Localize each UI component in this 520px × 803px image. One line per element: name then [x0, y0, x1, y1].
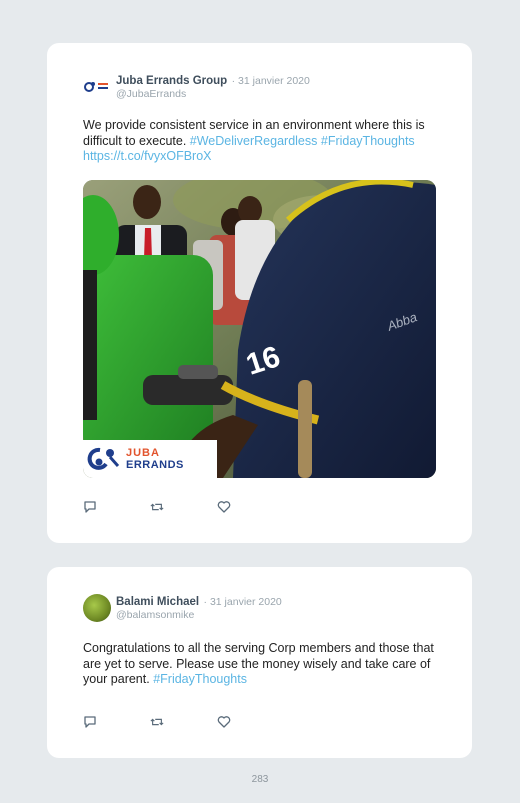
tweet-card-balami-michael: Balami Michael · 31 janvier 2020 @balams…	[47, 567, 472, 758]
tweet-date[interactable]: · 31 janvier 2020	[232, 75, 310, 87]
juba-errands-logo-icon	[84, 82, 108, 92]
author-name[interactable]: Balami Michael	[116, 596, 199, 608]
tweet-actions	[83, 715, 284, 729]
avatar[interactable]	[83, 594, 111, 622]
hashtag-link[interactable]: #WeDeliverRegardless	[190, 134, 318, 148]
page-number: 283	[251, 774, 269, 785]
tweet-card-juba-errands: Juba Errands Group · 31 janvier 2020 @Ju…	[47, 43, 472, 543]
hashtag-link[interactable]: #FridayThoughts	[153, 672, 247, 686]
tweet-header: Balami Michael · 31 janvier 2020 @balams…	[83, 594, 282, 622]
avatar[interactable]	[83, 73, 111, 101]
tweet-body: Congratulations to all the serving Corp …	[83, 641, 434, 686]
reply-icon[interactable]	[83, 715, 97, 729]
reply-icon[interactable]	[83, 500, 97, 514]
retweet-icon[interactable]	[150, 715, 164, 729]
author-handle[interactable]: @JubaErrands	[116, 88, 310, 101]
retweet-icon[interactable]	[150, 500, 164, 514]
tweet-url-link[interactable]: https://t.co/fvyxOFBroX	[83, 149, 212, 163]
tweet-date[interactable]: · 31 janvier 2020	[204, 596, 282, 608]
tweet-text: Congratulations to all the serving Corp …	[83, 641, 443, 688]
like-icon[interactable]	[217, 500, 231, 514]
photo-scene: 16 Abba	[83, 180, 436, 478]
hashtag-link[interactable]: #FridayThoughts	[321, 134, 415, 148]
author-handle[interactable]: @balamsonmike	[116, 609, 282, 622]
juba-errands-logo-icon	[87, 447, 120, 470]
tweet-photo[interactable]: 16 Abba JUBA ERRANDS	[83, 180, 436, 478]
tweet-actions	[83, 500, 284, 514]
tweet-text: We provide consistent service in an envi…	[83, 118, 443, 165]
tweet-header: Juba Errands Group · 31 janvier 2020 @Ju…	[83, 73, 310, 101]
like-icon[interactable]	[217, 715, 231, 729]
logo-text-errands: ERRANDS	[126, 459, 184, 471]
logo-text-juba: JUBA	[126, 447, 160, 459]
juba-errands-watermark: JUBA ERRANDS	[83, 440, 217, 478]
author-name[interactable]: Juba Errands Group	[116, 75, 227, 87]
